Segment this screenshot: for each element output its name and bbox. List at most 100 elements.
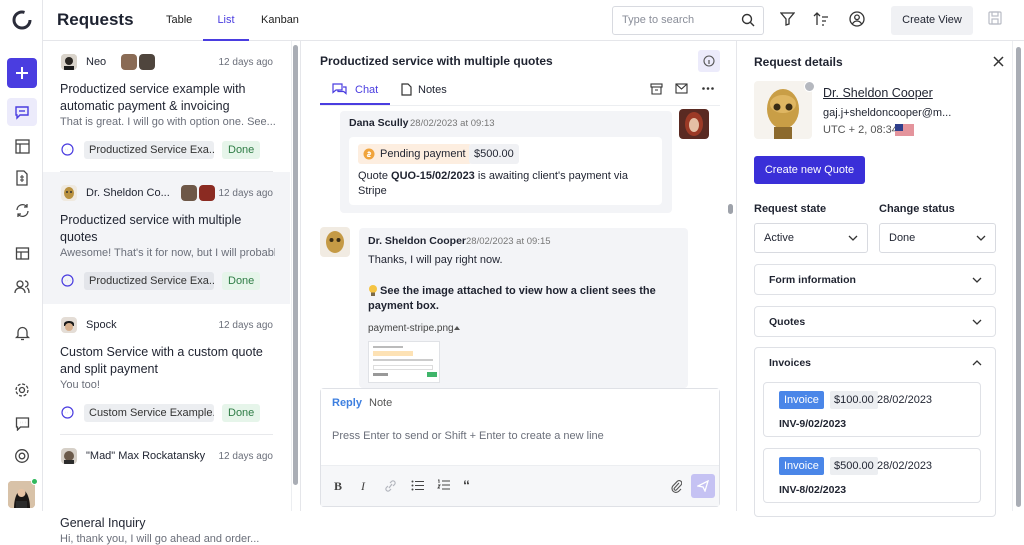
quote-id[interactable]: QUO-15/02/2023 — [391, 170, 475, 182]
request-details-panel: Request details Dr. Sheldon Cooper gaj.j… — [738, 41, 1024, 517]
client-name[interactable]: Dr. Sheldon Cooper — [823, 86, 933, 100]
link-icon[interactable] — [384, 480, 397, 492]
email-icon[interactable] — [675, 83, 688, 94]
sender-name: Spock — [86, 319, 117, 331]
participant-avatar — [181, 185, 197, 201]
clients-nav-icon[interactable] — [12, 276, 32, 296]
client-avatar — [754, 81, 812, 139]
chevron-up-icon[interactable] — [972, 360, 982, 366]
invoice-card[interactable]: Invoice $500.00 28/02/2023 INV-8/02/2023 — [763, 448, 981, 503]
pending-payment-label: Pending payment — [380, 148, 466, 160]
us-flag-icon — [895, 124, 914, 137]
list-scrollbar-thumb[interactable] — [293, 45, 298, 485]
close-icon[interactable] — [993, 56, 1004, 67]
sender-avatar — [61, 185, 77, 201]
invoice-number: INV-8/02/2023 — [779, 484, 847, 496]
send-button[interactable] — [691, 474, 715, 498]
list-scrollbar-track[interactable] — [291, 41, 299, 511]
details-scrollbar-thumb[interactable] — [1016, 47, 1021, 507]
list-item[interactable]: Neo 12 days ago Productized service exam… — [43, 41, 290, 172]
quotes-section[interactable]: Quotes — [754, 306, 996, 337]
payment-text-b: is awaiting client's payment via — [477, 170, 628, 182]
details-heading: Request details — [754, 55, 843, 69]
sender-name: Dr. Sheldon Co... — [86, 187, 170, 199]
search-box[interactable]: Type to search — [612, 6, 764, 35]
composer-placeholder: Press Enter to send or Shift + Enter to … — [332, 430, 604, 442]
service-chip: Productized Service Exa... — [84, 272, 214, 290]
bold-icon[interactable]: B — [334, 479, 342, 494]
payment-text-a: Quote — [358, 170, 388, 182]
invoice-date: 28/02/2023 — [877, 460, 933, 472]
attach-paperclip-icon[interactable] — [671, 479, 682, 493]
message-line: payment box. — [368, 300, 439, 312]
sort-icon[interactable] — [813, 12, 829, 26]
app-logo-icon[interactable] — [10, 8, 34, 32]
attachment-name[interactable]: payment-stripe.png — [368, 323, 454, 334]
settings-gear-icon[interactable] — [12, 380, 32, 400]
help-lifebuoy-icon[interactable] — [12, 446, 32, 466]
numbered-list-icon[interactable] — [437, 479, 450, 491]
archive-icon[interactable] — [650, 83, 663, 95]
user-avatar[interactable] — [8, 481, 35, 508]
table-nav-icon[interactable] — [12, 136, 32, 156]
list-item-selected[interactable]: Dr. Sheldon Co... 12 days ago Productize… — [43, 172, 290, 304]
request-list: Neo 12 days ago Productized service exam… — [43, 41, 290, 545]
filter-icon[interactable] — [780, 12, 795, 26]
store-nav-icon[interactable] — [12, 243, 32, 263]
create-quote-button[interactable]: Create new Quote — [754, 156, 865, 184]
list-item[interactable]: Spock 12 days ago Custom Service with a … — [43, 304, 290, 435]
quote-icon[interactable]: “ — [463, 477, 470, 493]
service-more-icon[interactable] — [61, 143, 74, 156]
reply-tab[interactable]: Reply — [332, 397, 362, 409]
feedback-icon[interactable] — [12, 413, 32, 433]
tab-notes[interactable]: Notes — [399, 76, 469, 105]
tab-list[interactable]: List — [203, 0, 249, 41]
sender-avatar — [61, 54, 77, 70]
save-icon[interactable] — [988, 11, 1002, 25]
bullet-list-icon[interactable] — [411, 480, 424, 491]
change-status-select[interactable]: Done — [879, 223, 996, 253]
request-state-select[interactable]: Active — [754, 223, 868, 253]
composer: Reply Note Press Enter to send or Shift … — [320, 388, 720, 507]
section-title: Quotes — [769, 316, 806, 328]
item-time: 12 days ago — [218, 188, 274, 199]
service-more-icon[interactable] — [61, 406, 74, 419]
tab-chat[interactable]: Chat — [320, 76, 390, 105]
user-circle-icon[interactable] — [849, 11, 865, 27]
note-tab[interactable]: Note — [369, 397, 392, 409]
sync-nav-icon[interactable] — [12, 200, 32, 220]
service-more-icon[interactable] — [61, 274, 74, 287]
search-icon[interactable] — [741, 13, 755, 27]
info-icon[interactable] — [698, 50, 720, 72]
details-scrollbar-track[interactable] — [1012, 41, 1024, 511]
more-options-icon[interactable] — [702, 87, 714, 90]
change-status-label: Change status — [879, 203, 955, 215]
invoice-nav-icon[interactable] — [12, 168, 32, 188]
author-avatar — [320, 227, 350, 257]
notifications-bell-icon[interactable] — [12, 323, 32, 343]
invoice-date: 28/02/2023 — [877, 394, 933, 406]
status-badge: Done — [222, 272, 261, 290]
conversation-panel: Productized service with multiple quotes… — [300, 41, 737, 511]
lightbulb-icon — [368, 284, 378, 297]
participant-avatar — [199, 185, 215, 201]
tab-chat-label: Chat — [355, 84, 379, 96]
invoice-amount: $500.00 — [830, 457, 878, 475]
tab-kanban[interactable]: Kanban — [261, 0, 299, 41]
chat-scrollbar-thumb[interactable] — [728, 204, 733, 214]
chat-nav-icon[interactable] — [7, 98, 37, 126]
collapse-attachment-icon[interactable] — [453, 325, 461, 331]
create-view-button[interactable]: Create View — [891, 6, 973, 35]
item-preview: You too! — [60, 379, 100, 391]
message-line: See the image attached to view how a cli… — [380, 285, 656, 297]
form-information-section[interactable]: Form information — [754, 264, 996, 295]
item-title: Productized service with multiple quotes — [60, 213, 242, 244]
attachment-thumbnail[interactable] — [368, 341, 440, 383]
message-bubble: Dr. Sheldon Cooper 28/02/2023 at 09:15 T… — [359, 228, 688, 388]
list-item[interactable]: "Mad" Max Rockatansky 12 days ago Genera… — [43, 435, 290, 545]
new-request-button[interactable] — [7, 58, 37, 88]
invoice-card[interactable]: Invoice $100.00 28/02/2023 INV-9/02/2023 — [763, 382, 981, 437]
item-preview: Hi, thank you, I will go ahead and order… — [60, 533, 260, 545]
italic-icon[interactable]: I — [361, 479, 365, 494]
tab-table[interactable]: Table — [166, 0, 192, 41]
